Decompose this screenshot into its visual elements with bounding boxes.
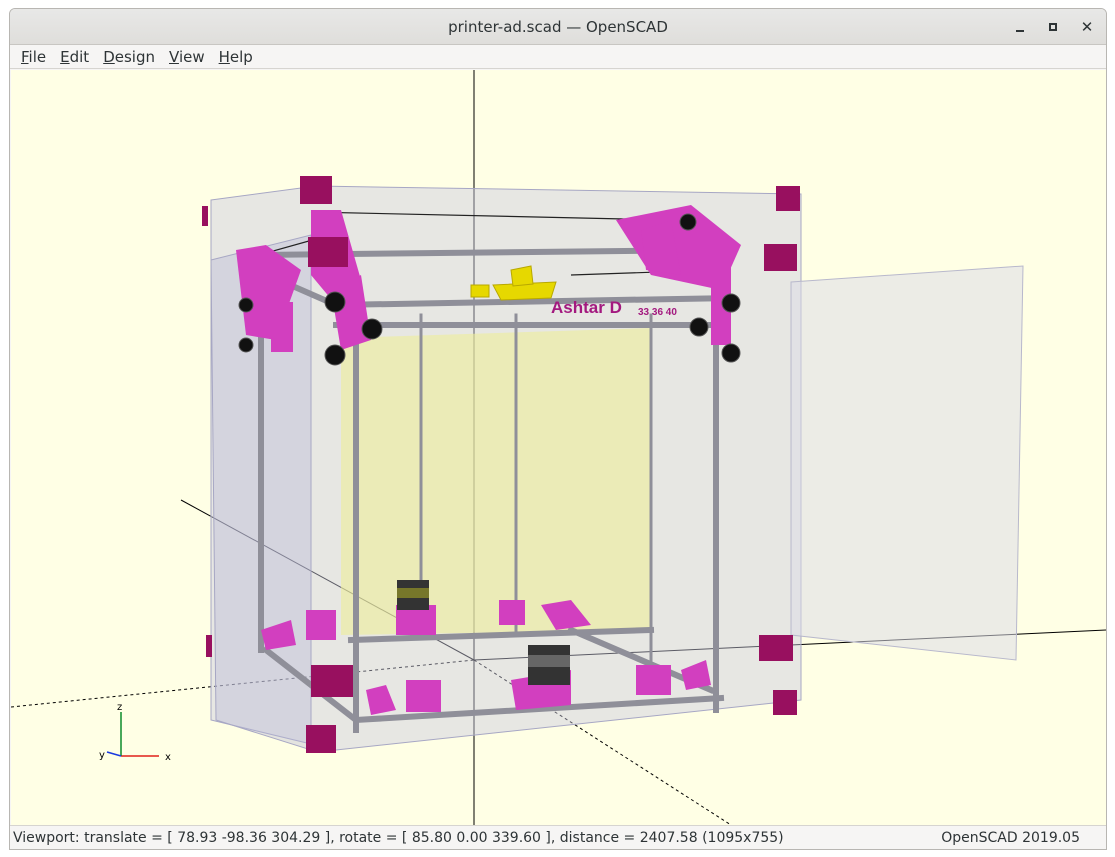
gizmo-y-label: y [99,750,105,761]
z-motor-front-band [528,655,570,667]
title-bar[interactable]: printer-ad.scad — OpenSCAD ✕ [10,9,1106,45]
menu-file-label: ile [28,47,47,66]
foot-front-right [636,665,671,695]
menu-edit-label: dit [69,47,90,66]
minimize-icon [1016,30,1024,32]
menu-file-accel: F [21,47,29,66]
wheel-4 [721,293,741,313]
model-sublabel: 33 36 40 [638,307,677,318]
menu-design-label: esign [114,47,155,66]
app-window: printer-ad.scad — OpenSCAD ✕ File Edit D… [9,8,1107,850]
menu-help[interactable]: Help [212,48,260,66]
gizmo-z-label: z [117,702,122,713]
menu-view[interactable]: View [162,48,212,66]
idler-left [271,302,293,352]
z-mount-center [499,600,525,625]
wheel-8 [238,337,254,353]
menu-help-label: elp [229,47,253,66]
corner-block-bottom-far [773,690,797,715]
3d-viewport[interactable]: Ashtar D 33 36 40 x z y [11,70,1106,825]
axis-gizmo: x z y [99,702,171,763]
window-title: printer-ad.scad — OpenSCAD [448,18,668,36]
boat-cabin [510,265,534,287]
corner-block-left-bottom [206,635,212,657]
menu-file[interactable]: File [14,48,53,66]
viewport-status: Viewport: translate = [ 78.93 -98.36 304… [13,830,784,846]
menu-view-label: iew [178,47,205,66]
foot-front-left [406,680,441,712]
z-motor-left-band [397,588,429,598]
3d-scene: Ashtar D 33 36 40 x z y [11,70,1106,825]
wheel-1 [324,291,346,313]
gizmo-z-line [106,751,122,757]
wheel-5 [689,317,709,337]
corner-block-top-far [764,244,797,271]
corner-block-left-top [202,206,208,226]
menu-design-accel: D [103,47,115,66]
print-volume [341,328,651,635]
pulley-top-right [679,213,697,231]
menu-design[interactable]: Design [96,48,162,66]
menu-view-accel: V [169,47,179,66]
corner-block-bottom-left [306,725,336,753]
gizmo-x-label: x [165,752,171,763]
menu-edit-accel: E [60,47,70,66]
corner-block-top-right [776,186,800,211]
z-mount-left [306,610,336,640]
wheel-6 [721,343,741,363]
menu-edit[interactable]: Edit [53,48,96,66]
minimize-button[interactable] [1008,15,1032,39]
close-button[interactable]: ✕ [1075,15,1099,39]
enclosure-door-panel [790,265,1024,661]
status-bar: Viewport: translate = [ 78.93 -98.36 304… [10,825,1106,849]
wheel-3 [324,344,346,366]
boat-stack [470,284,490,298]
model-label: Ashtar D [551,298,622,317]
maximize-button[interactable] [1041,15,1065,39]
close-icon: ✕ [1080,18,1094,36]
corner-block-top-left [300,176,332,204]
version-label: OpenSCAD 2019.05 [941,830,1080,846]
maximize-icon [1049,23,1057,31]
corner-block-bottom-front [311,665,353,697]
corner-block-bottom-right [759,635,793,661]
menu-bar: File Edit Design View Help [10,45,1106,69]
wheel-2 [361,318,383,340]
corner-block-top-front [308,237,348,267]
menu-help-accel: H [218,47,230,66]
wheel-7 [238,297,254,313]
